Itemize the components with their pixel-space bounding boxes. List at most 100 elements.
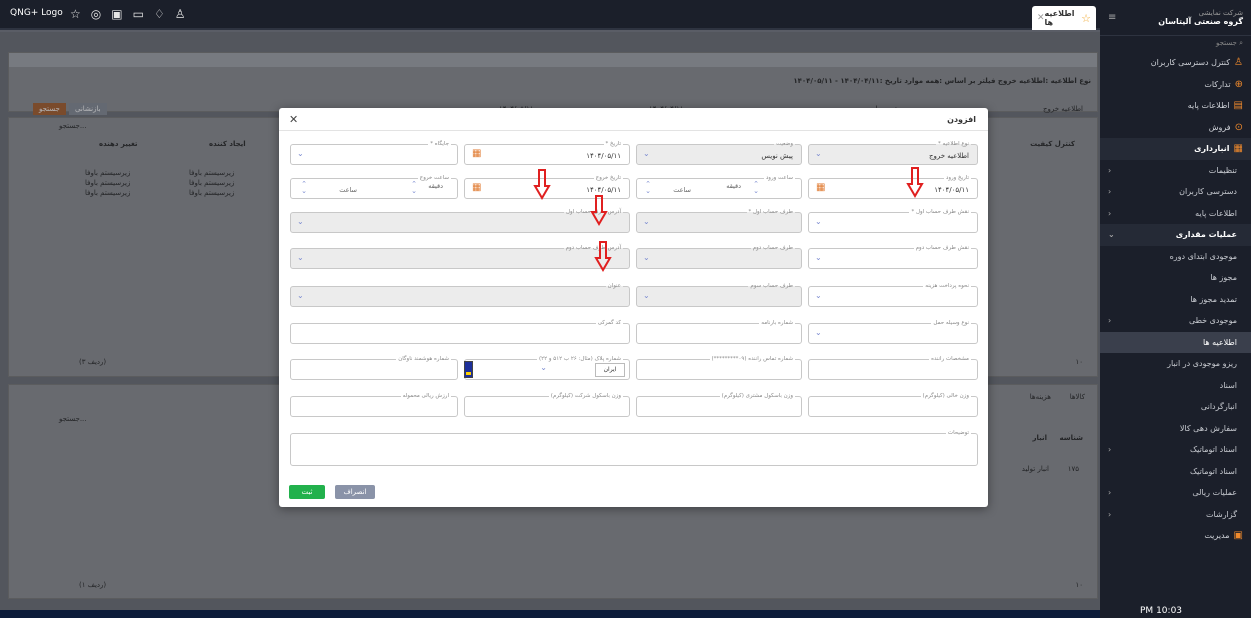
date-field[interactable]: تاریخ * ۱۴۰۴/۰۵/۱۱ ▦ [464,140,630,165]
sidebar-item-documents[interactable]: اسناد [1100,375,1251,397]
bell-icon[interactable]: ♢ [154,7,165,21]
chevron-down-icon: ⌄ [815,328,822,337]
company-weight-input[interactable]: وزن باسکول شرکت (کیلوگرم) [464,392,630,417]
menu-icon[interactable]: ≡ [1108,12,1116,23]
party2-role-select[interactable]: نقش طرف حساب دوم ⌄ [808,244,978,269]
field-label: کد گمرکی [595,319,623,327]
image-icon[interactable]: ▣ [111,7,122,21]
sidebar-item-auto-docs-2[interactable]: اسناد اتوماتیک [1100,461,1251,483]
sidebar-item-user-access[interactable]: دسترسی کاربران ‹ [1100,181,1251,203]
chevron-left-icon: ‹ [1108,445,1112,455]
calendar-icon[interactable]: ▦ [472,148,481,159]
exit-time-field[interactable]: ساعت خروج دقیقه ⌃ ⌄ ساعت ⌃ ⌄ [290,174,458,199]
field-label: ارزش ریالی محموله [400,392,451,400]
smart-fleet-input[interactable]: شماره هوشمند ناوگان [290,355,458,380]
info-icon: ▤ [1233,100,1243,112]
folder-icon[interactable]: ▭ [133,7,144,21]
tab-label: اطلاعیه ها [1044,9,1075,27]
field-label: نقش طرف حساب اول * [909,208,971,216]
party1-role-select[interactable]: نقش طرف حساب اول * ⌄ [808,208,978,233]
hour-stepper[interactable]: ⌃ ⌄ [301,181,307,195]
field-label: وزن باسکول شرکت (کیلوگرم) [548,392,623,400]
org-title[interactable]: گروه صنعتی آلیتاسان [1158,17,1243,26]
sidebar-item-permits[interactable]: مجوز ها [1100,267,1251,289]
entry-date-field[interactable]: تاریخ ورود ۱۴۰۴/۰۵/۱۱ ▦ [808,174,978,199]
close-icon[interactable]: ✕ [289,113,298,126]
chevron-left-icon: ‹ [1108,187,1112,197]
customs-code-input[interactable]: کد گمرکی [290,319,630,344]
sidebar-item-management[interactable]: ▣ مدیریت [1100,525,1251,547]
sidebar-item-base-info-2[interactable]: اطلاعات پایه ‹ [1100,203,1251,225]
sidebar-item-opening-stock[interactable]: موجودی ابتدای دوره [1100,246,1251,268]
chevron-down-icon[interactable]: ⌄ [540,363,547,372]
chevron-down-icon: ⌄ [815,217,822,226]
sidebar-item-quantity-ops[interactable]: عملیات مقداری ⌄ [1100,224,1251,246]
sidebar-item-auto-docs[interactable]: اسناد اتوماتیک ‹ [1100,439,1251,461]
sidebar-item-label: موجودی خطی [1188,316,1237,326]
party3-select: طرف حساب سوم ⌄ [636,282,802,307]
field-label: تاریخ * [603,140,623,148]
field-label: وضعیت [773,140,795,148]
star-icon[interactable]: ☆ [70,7,81,21]
sidebar-item-label: اطلاعیه ها [1202,337,1237,347]
dialog-divider [279,130,988,131]
sidebar-item-inventory-count[interactable]: انبارگردانی [1100,396,1251,418]
field-label: ساعت خروج [417,174,451,182]
vehicle-type-select[interactable]: نوع وسیله حمل ⌄ [808,319,978,344]
sidebar-item-reports[interactable]: گزارشات ‹ [1100,504,1251,526]
customer-weight-input[interactable]: وزن باسکول مشتری (کیلوگرم) [636,392,802,417]
sidebar-item-rial-ops[interactable]: عملیات ریالی ‹ [1100,482,1251,504]
sidebar-search[interactable]: ⌕ جستجو [1100,36,1251,52]
tab-notices[interactable]: ✕ اطلاعیه ها ☆ [1032,6,1096,30]
sidebar-item-ordering[interactable]: سفارش دهی کالا [1100,418,1251,440]
payment-method-select[interactable]: نحوه پرداخت هزینه ⌄ [808,282,978,307]
party1-address-select: آدرس طرف حساب اول ⌄ [290,208,630,233]
minute-stepper[interactable]: ⌃ ⌄ [411,181,417,195]
cargo-value-input[interactable]: ارزش ریالی محموله [290,392,458,417]
empty-weight-input[interactable]: وزن خالی (کیلوگرم) [808,392,978,417]
field-label: نقش طرف حساب دوم [913,244,971,252]
description-textarea[interactable]: توضیحات [290,429,978,466]
minute-stepper[interactable]: ⌃ ⌄ [753,181,759,195]
field-label: نحوه پرداخت هزینه [923,282,971,290]
cancel-button[interactable]: انصراف [335,485,375,499]
chevron-down-icon: ⌄ [297,253,304,262]
field-label: شماره پلاک (مثال: ۲۶ ب ۵۱۲ و ۲۲) [537,355,623,363]
search-icon: ⌕ [1236,39,1243,47]
close-icon[interactable]: ✕ [1037,13,1045,23]
star-icon[interactable]: ☆ [1081,12,1091,25]
field-label: ساعت ورود [763,174,795,182]
sidebar-item-permit-renew[interactable]: تمدید مجوز ها [1100,289,1251,311]
sidebar-item-settings[interactable]: تنظیمات ‹ [1100,160,1251,182]
hour-label: ساعت [339,186,357,194]
notice-type-select[interactable]: نوع اطلاعیه * اطلاعیه خروج ⌄ [808,140,978,165]
calendar-icon[interactable]: ▦ [472,182,481,193]
submit-button[interactable]: ثبت [289,485,325,499]
org-subtitle: شرکت نمایشی [1198,9,1243,17]
chevron-down-icon: ⌄ [297,291,304,300]
field-value: ۱۴۰۴/۰۵/۱۱ [586,186,621,194]
sidebar-item-line-stock[interactable]: موجودی خطی ‹ [1100,310,1251,332]
sidebar-item-warehouse[interactable]: ▦ انبارداری [1100,138,1251,160]
field-label: شماره هوشمند ناوگان [396,355,451,363]
entry-time-field[interactable]: ساعت ورود دقیقه ⌃ ⌄ ساعت ⌃ ⌄ [636,174,802,199]
sidebar-item-stock-detail[interactable]: ریزو موجودی در انبار [1100,353,1251,375]
sidebar-item-label: موجودی ابتدای دوره [1169,251,1237,261]
user-icon[interactable]: ♙ [175,7,186,21]
hour-stepper[interactable]: ⌃ ⌄ [645,181,651,195]
driver-phone-input[interactable]: شماره تماس راننده (۰۹*********) [636,355,802,380]
palette-icon[interactable]: ◎ [91,7,101,21]
waybill-input[interactable]: شماره بارنامه [636,319,802,344]
plate-number-input[interactable]: شماره پلاک (مثال: ۲۶ ب ۵۱۲ و ۲۲) ایران ⌄ [464,355,630,380]
sidebar-item-label: انبارگردانی [1200,402,1237,412]
sidebar-item-base-info[interactable]: ▤ اطلاعات پایه [1100,95,1251,117]
station-select[interactable]: جایگاه * ⌄ [290,140,458,165]
chevron-down-icon: ⌄ [643,253,650,262]
sidebar-item-access[interactable]: ♙ کنترل دسترسی کاربران [1100,52,1251,74]
sidebar-item-procurement[interactable]: ⊕ تدارکات [1100,74,1251,96]
sidebar-item-notices[interactable]: اطلاعیه ها [1100,331,1251,353]
app-logo[interactable]: QNG+ Logo [10,8,63,18]
driver-info-input[interactable]: مشخصات راننده [808,355,978,380]
sidebar-item-sales[interactable]: ⊙ فروش [1100,117,1251,139]
calendar-icon[interactable]: ▦ [816,182,825,193]
